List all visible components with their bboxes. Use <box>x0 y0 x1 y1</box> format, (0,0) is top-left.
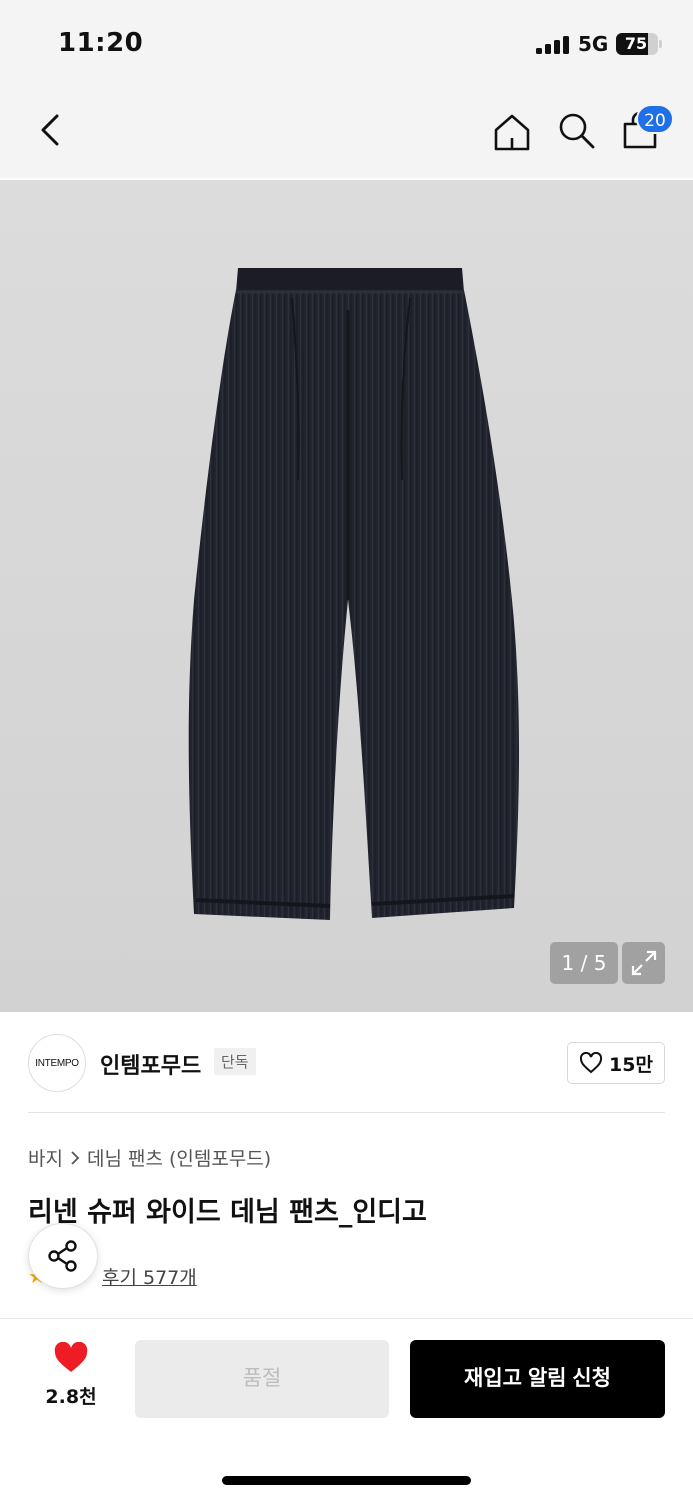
brand-like-button[interactable]: 15만 <box>567 1042 665 1084</box>
breadcrumb: 바지 데님 팬츠 (인템포무드) <box>28 1144 271 1171</box>
nav-bar <box>0 88 693 178</box>
cart-count-badge: 20 <box>636 104 674 134</box>
exclusive-tag: 단독 <box>214 1048 256 1075</box>
product-title: 리넨 슈퍼 와이드 데님 팬츠_인디고 <box>28 1197 427 1228</box>
share-icon <box>48 1240 77 1272</box>
chevron-right-icon <box>71 1150 80 1165</box>
battery-level: 75 <box>624 34 648 53</box>
wish-count: 2.8천 <box>45 1386 97 1408</box>
signal-icon <box>536 36 570 54</box>
heart-outline-icon <box>579 1052 603 1074</box>
status-bar: 11:20 5G 75 <box>0 0 693 88</box>
product-image[interactable] <box>0 180 693 1012</box>
product-photo-pants <box>188 268 519 920</box>
restock-alert-button[interactable]: 재입고 알림 신청 <box>410 1340 665 1418</box>
search-icon <box>559 113 595 149</box>
breadcrumb-item-category[interactable]: 바지 <box>28 1144 63 1171</box>
home-button[interactable] <box>490 110 534 154</box>
brand-logo[interactable]: INTEMPO <box>28 1034 86 1092</box>
battery-icon: 75 <box>616 33 658 55</box>
status-time: 11:20 <box>58 28 144 58</box>
home-icon <box>494 114 530 151</box>
share-button[interactable] <box>28 1223 98 1289</box>
expand-icon <box>631 950 656 976</box>
network-type: 5G <box>578 32 609 56</box>
home-indicator <box>222 1476 471 1485</box>
sold-out-button[interactable]: 품절 <box>135 1340 389 1418</box>
chevron-left-icon <box>41 114 59 146</box>
battery-cap <box>659 40 662 48</box>
image-counter: 1 / 5 <box>550 942 618 984</box>
breadcrumb-item-subcategory[interactable]: 데님 팬츠 (인템포무드) <box>87 1144 271 1171</box>
search-button[interactable] <box>554 108 598 152</box>
back-button[interactable] <box>30 108 70 152</box>
brand-name[interactable]: 인템포무드 <box>100 1048 201 1080</box>
brand-row: INTEMPO 인템포무드 단독 15만 <box>28 1034 665 1092</box>
brand-like-count: 15만 <box>609 1053 653 1076</box>
heart-filled-icon <box>54 1341 88 1372</box>
review-link[interactable]: 후기 577개 <box>102 1263 197 1290</box>
expand-image-button[interactable] <box>622 942 665 984</box>
wish-button[interactable]: 2.8천 <box>34 1341 108 1409</box>
divider <box>28 1112 665 1113</box>
